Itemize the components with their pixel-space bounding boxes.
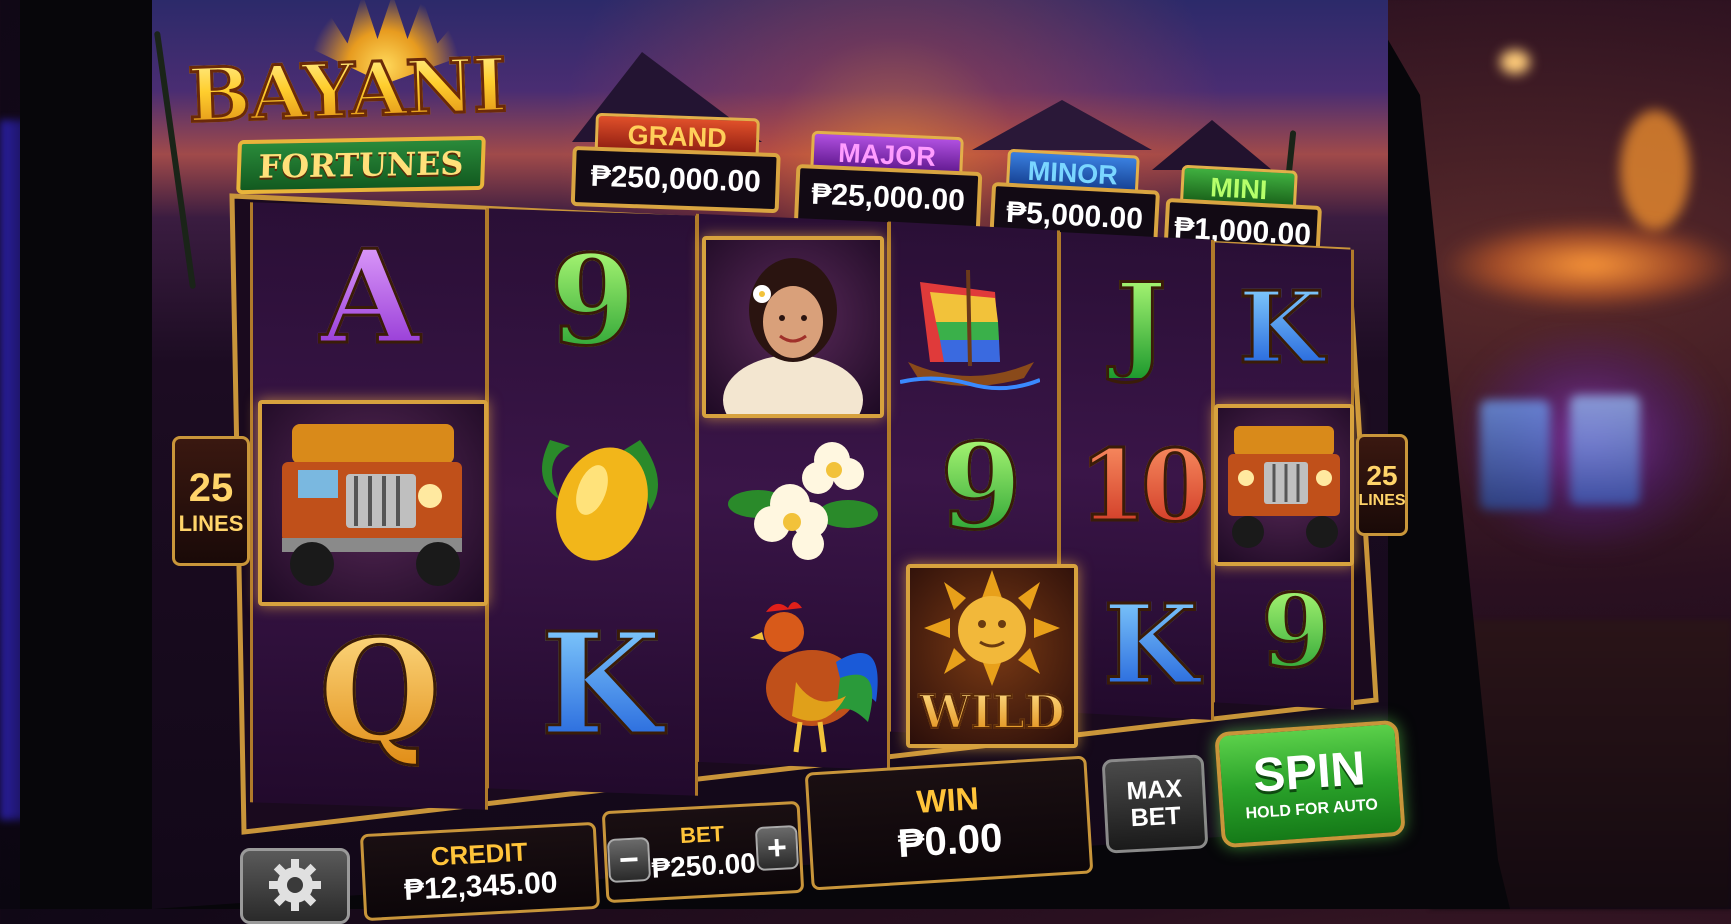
lines-label: LINES (178, 510, 244, 536)
win-label: WIN (915, 780, 980, 820)
bet-value: ₱250.00 (650, 847, 757, 884)
lines-badge-right: 25 LINES (1356, 434, 1408, 536)
bet-decrease-button[interactable]: − (606, 836, 652, 884)
rooster-icon (736, 592, 886, 760)
max-bet-line2: BET (1129, 801, 1182, 833)
maria-clara-icon (702, 236, 884, 445)
symbol-9: 9 (926, 415, 1036, 557)
win-panel: WIN ₱0.00 (804, 755, 1094, 891)
jeepney-icon (258, 400, 488, 606)
credit-label: CREDIT (429, 836, 529, 872)
spin-button[interactable]: SPIN HOLD FOR AUTO (1214, 719, 1406, 849)
vinta-boat-icon (899, 262, 1041, 392)
gear-icon (269, 859, 321, 911)
credit-value: ₱12,345.00 (403, 865, 559, 907)
win-value: ₱0.00 (896, 815, 1004, 867)
symbol-k: K (1226, 269, 1336, 387)
symbol-a: A (290, 222, 450, 375)
symbol-10: 10 (1076, 426, 1210, 546)
jeepney-icon (1214, 404, 1354, 566)
symbol-j: J (1086, 259, 1196, 388)
credit-panel: CREDIT ₱12,345.00 (359, 821, 601, 922)
lines-count: 25 (1366, 460, 1398, 491)
bet-label: BET (679, 820, 725, 849)
bet-increase-button[interactable]: + (754, 824, 800, 872)
symbol-k: K (526, 602, 676, 769)
sun-wild-icon: WILD (906, 564, 1078, 748)
lines-label: LINES (1358, 492, 1406, 509)
symbol-k: K (1096, 578, 1206, 710)
wild-label: WILD (910, 684, 1074, 740)
symbol-q: Q (300, 609, 460, 776)
sampaguita-flower-icon (728, 424, 878, 564)
symbol-9: 9 (1256, 571, 1336, 692)
max-bet-line1: MAX (1125, 774, 1183, 805)
mango-icon (520, 420, 680, 570)
lines-count: 25 (188, 465, 234, 510)
symbol-9: 9 (518, 227, 668, 375)
settings-button[interactable] (240, 848, 350, 924)
spin-label: SPIN (1251, 742, 1367, 803)
max-bet-button[interactable]: MAX BET (1101, 754, 1209, 854)
lines-badge-left: 25 LINES (172, 436, 250, 566)
